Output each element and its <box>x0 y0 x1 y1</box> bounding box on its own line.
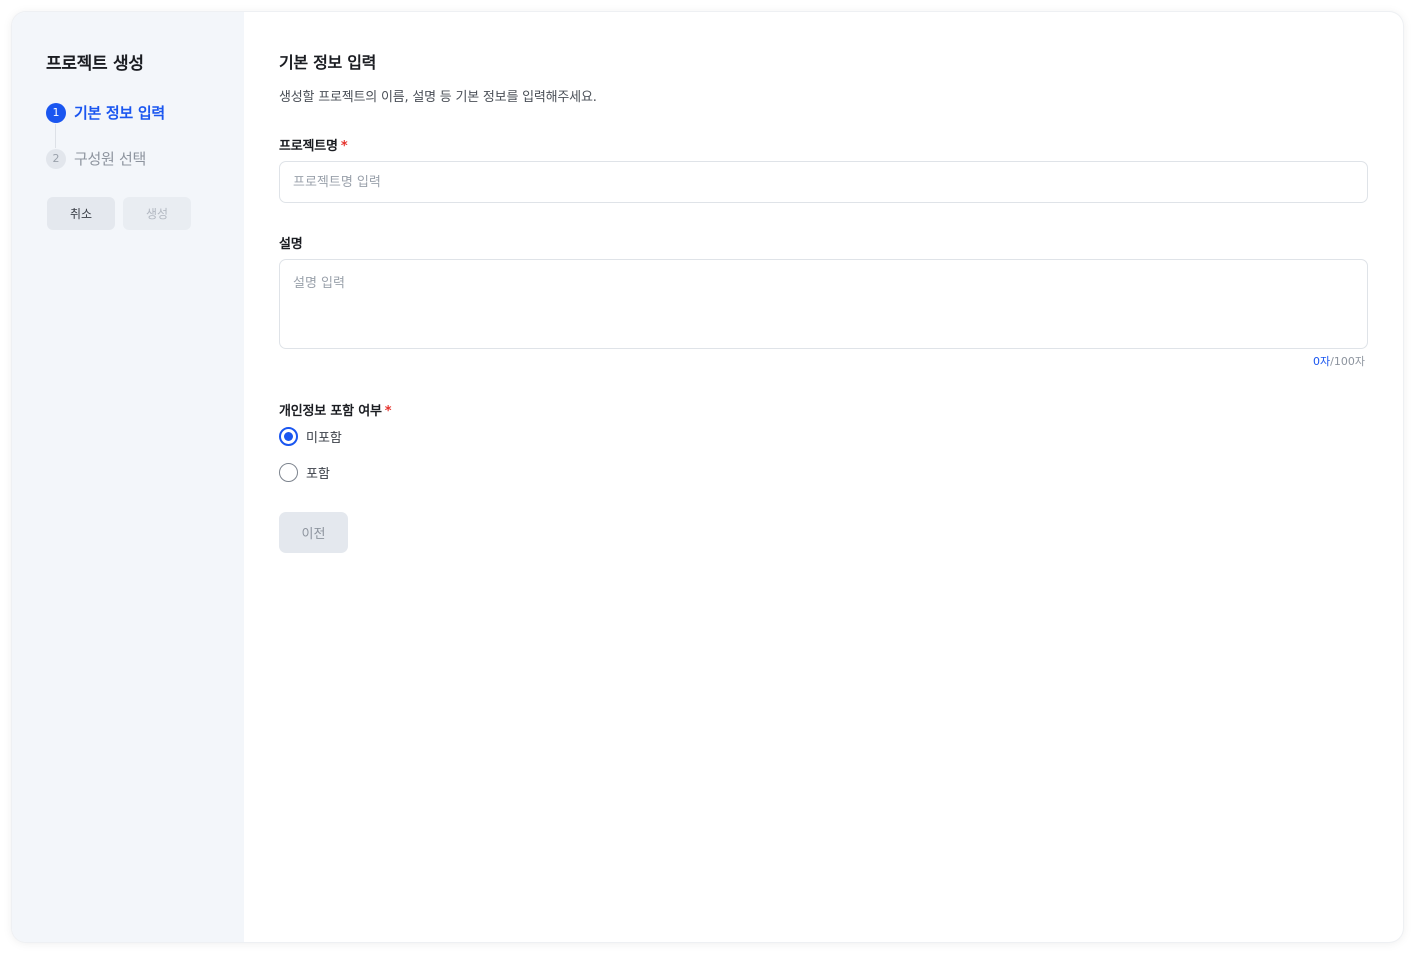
page-title: 기본 정보 입력 <box>279 53 377 72</box>
radio-option-included[interactable]: 포함 <box>279 463 330 482</box>
project-name-label-text: 프로젝트명 <box>279 139 338 154</box>
privacy-label: 개인정보 포함 여부 * <box>279 400 392 419</box>
previous-button[interactable]: 이전 <box>279 512 348 553</box>
step-connector <box>55 124 56 148</box>
create-button[interactable]: 생성 <box>123 197 191 230</box>
radio-option-excluded[interactable]: 미포함 <box>279 427 342 446</box>
radio-button-unchecked[interactable] <box>279 463 298 482</box>
step-label-basic-info: 기본 정보 입력 <box>74 104 165 122</box>
character-counter: 0자/100자 <box>1313 353 1365 369</box>
step-number-1: 1 <box>46 102 66 123</box>
project-name-input[interactable] <box>279 161 1368 203</box>
sidebar: 프로젝트 생성 1 기본 정보 입력 2 구성원 선택 취소 생성 <box>12 12 244 942</box>
required-mark: * <box>340 139 348 154</box>
project-name-label: 프로젝트명 * <box>279 135 348 154</box>
sidebar-title: 프로젝트 생성 <box>46 54 144 74</box>
description-textarea[interactable] <box>279 259 1368 349</box>
character-count: 0자 <box>1313 355 1331 368</box>
cancel-button[interactable]: 취소 <box>47 197 115 230</box>
description-label: 설명 <box>279 237 303 252</box>
step-label-select-members: 구성원 선택 <box>74 150 146 168</box>
radio-label-excluded: 미포함 <box>306 431 342 446</box>
step-basic-info[interactable]: 1 기본 정보 입력 <box>46 102 165 123</box>
character-max: /100자 <box>1330 355 1365 368</box>
main-content: 기본 정보 입력 생성할 프로젝트의 이름, 설명 등 기본 정보를 입력해주세… <box>244 12 1403 942</box>
page-description: 생성할 프로젝트의 이름, 설명 등 기본 정보를 입력해주세요. <box>279 90 597 105</box>
required-mark: * <box>384 404 392 419</box>
radio-label-included: 포함 <box>306 467 330 482</box>
privacy-label-text: 개인정보 포함 여부 <box>279 404 382 419</box>
step-select-members[interactable]: 2 구성원 선택 <box>46 148 146 169</box>
step-number-2: 2 <box>46 148 66 169</box>
radio-button-checked[interactable] <box>279 427 298 446</box>
create-project-dialog: 프로젝트 생성 1 기본 정보 입력 2 구성원 선택 취소 생성 기본 정보 … <box>12 12 1403 942</box>
